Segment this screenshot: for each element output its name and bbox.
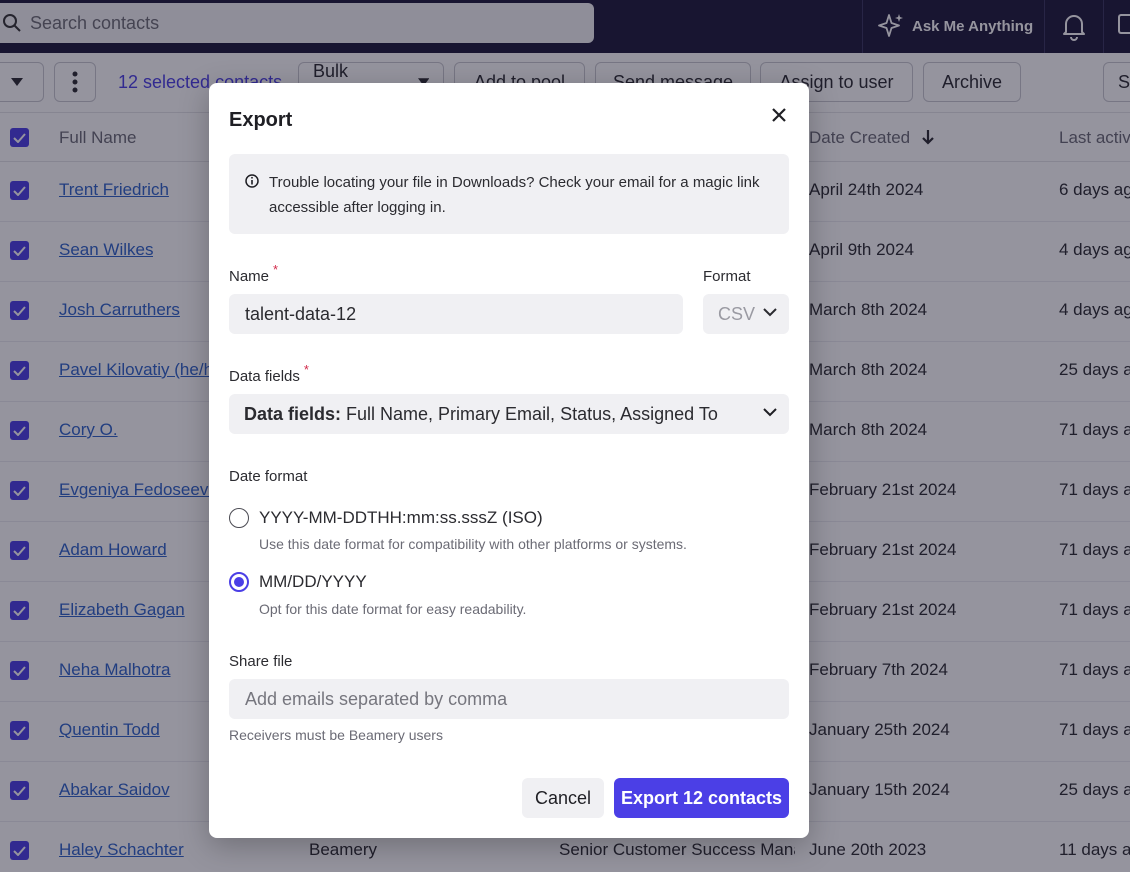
share-emails-input[interactable]	[229, 679, 789, 719]
name-label-text: Name	[229, 268, 270, 285]
close-icon	[772, 108, 786, 122]
info-icon	[245, 174, 259, 188]
info-banner: Trouble locating your file in Downloads?…	[229, 154, 789, 234]
date-format-label: Date format	[229, 468, 308, 485]
data-fields-label-text: Data fields	[229, 368, 300, 385]
chevron-down-icon	[763, 308, 777, 317]
data-fields-select[interactable]: Data fields: Full Name, Primary Email, S…	[229, 394, 789, 434]
data-fields-value: Full Name, Primary Email, Status, Assign…	[346, 403, 718, 424]
date-format-mmddyyyy-desc: Opt for this date format for easy readab…	[259, 601, 527, 617]
data-fields-label: Data fields *	[229, 362, 309, 385]
close-button[interactable]	[767, 103, 791, 127]
name-input[interactable]	[229, 294, 683, 334]
date-format-iso-desc: Use this date format for compatibility w…	[259, 536, 687, 552]
date-format-iso-radio[interactable]	[229, 508, 249, 528]
chevron-down-icon	[763, 408, 777, 417]
export-button[interactable]: Export 12 contacts	[614, 778, 789, 818]
export-dialog: Export Trouble locating your file in Dow…	[209, 83, 809, 838]
name-label: Name *	[229, 262, 278, 285]
date-format-mmddyyyy-label[interactable]: MM/DD/YYYY	[259, 572, 367, 592]
share-file-label: Share file	[229, 653, 293, 670]
date-format-iso-label[interactable]: YYYY-MM-DDTHH:mm:ss.sssZ (ISO)	[259, 508, 543, 528]
cancel-button[interactable]: Cancel	[522, 778, 604, 818]
share-hint: Receivers must be Beamery users	[229, 727, 443, 743]
required-mark: *	[273, 262, 279, 277]
data-fields-prefix: Data fields:	[244, 403, 342, 424]
format-value: CSV	[718, 303, 756, 324]
dialog-title: Export	[229, 109, 293, 131]
format-label: Format	[703, 268, 751, 285]
info-text: Trouble locating your file in Downloads?…	[269, 174, 760, 216]
required-mark: *	[303, 362, 309, 377]
format-select[interactable]: CSV	[703, 294, 789, 334]
date-format-mmddyyyy-radio[interactable]	[229, 572, 249, 592]
